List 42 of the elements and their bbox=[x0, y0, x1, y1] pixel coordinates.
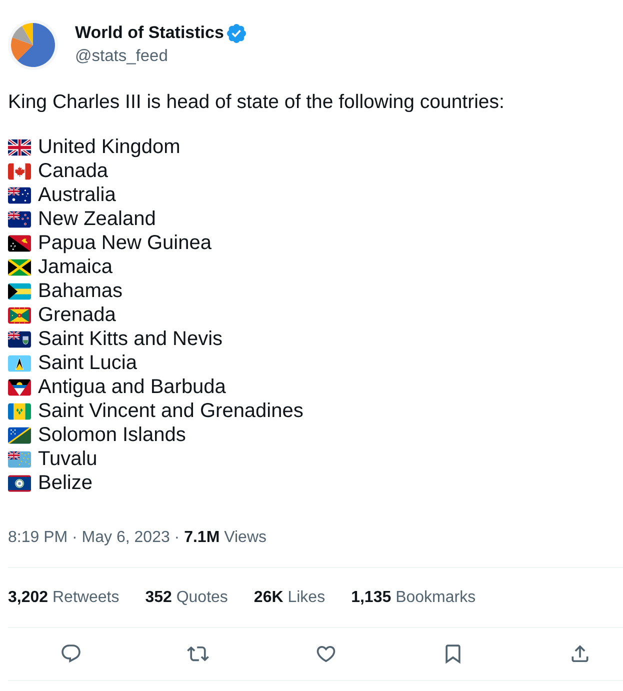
bahamas-flag-icon bbox=[8, 282, 31, 300]
uk-flag-icon bbox=[8, 138, 31, 156]
engagement-stat-link[interactable]: 1,135 Bookmarks bbox=[351, 588, 476, 608]
tweet-meta-text: 8:19 PM · May 6, 2023 · 7.1M Views bbox=[8, 528, 268, 548]
country-name: Tuvalu bbox=[38, 447, 98, 471]
engagement-stat-link[interactable]: 352 Quotes bbox=[145, 588, 228, 608]
author-name[interactable]: World of Statistics bbox=[75, 23, 224, 43]
country-name: Antigua and Barbuda bbox=[38, 375, 226, 399]
country-name: Bahamas bbox=[38, 279, 122, 303]
union-jack-shield-flag-icon bbox=[8, 330, 31, 348]
saint-lucia-flag-icon bbox=[8, 354, 31, 372]
country-name: Solomon Islands bbox=[38, 423, 186, 447]
country-name: Jamaica bbox=[38, 255, 112, 279]
country-name: Belize bbox=[38, 471, 92, 495]
country-name: Grenada bbox=[38, 303, 116, 327]
country-name: Australia bbox=[38, 183, 116, 207]
author-handle[interactable]: @stats_feed bbox=[75, 46, 168, 66]
country-name: Saint Lucia bbox=[38, 351, 137, 375]
engagement-stat-link[interactable]: 3,202 Retweets bbox=[8, 588, 120, 608]
pie-chart-avatar-icon[interactable] bbox=[8, 20, 58, 70]
grenada-flag-icon bbox=[8, 306, 31, 324]
country-name: Saint Vincent and Grenadines bbox=[38, 399, 304, 423]
canada-flag-icon bbox=[8, 162, 31, 180]
tuvalu-flag-icon bbox=[8, 450, 31, 468]
papua-new-guinea-flag-icon bbox=[8, 234, 31, 252]
country-name: Papua New Guinea bbox=[38, 231, 212, 255]
heart-icon[interactable] bbox=[314, 643, 336, 665]
country-name: Canada bbox=[38, 159, 108, 183]
saint-vincent-flag-icon bbox=[8, 402, 31, 420]
solomon-islands-flag-icon bbox=[8, 426, 31, 444]
country-name: Saint Kitts and Nevis bbox=[38, 327, 223, 351]
country-name: New Zealand bbox=[38, 207, 156, 231]
tweet-text: King Charles III is head of state of the following countries: bbox=[8, 90, 506, 114]
engagement-stat-link[interactable]: 26K Likes bbox=[254, 588, 326, 608]
share-icon[interactable] bbox=[569, 643, 591, 665]
antigua-and-barbuda-flag-icon bbox=[8, 378, 31, 396]
australia-flag-icon bbox=[8, 186, 31, 204]
jamaica-flag-icon bbox=[8, 258, 31, 276]
new-zealand-flag-icon bbox=[8, 210, 31, 228]
belize-flag-icon bbox=[8, 474, 31, 492]
speech-bubble-icon[interactable] bbox=[60, 643, 82, 665]
country-name: United Kingdom bbox=[38, 135, 180, 159]
